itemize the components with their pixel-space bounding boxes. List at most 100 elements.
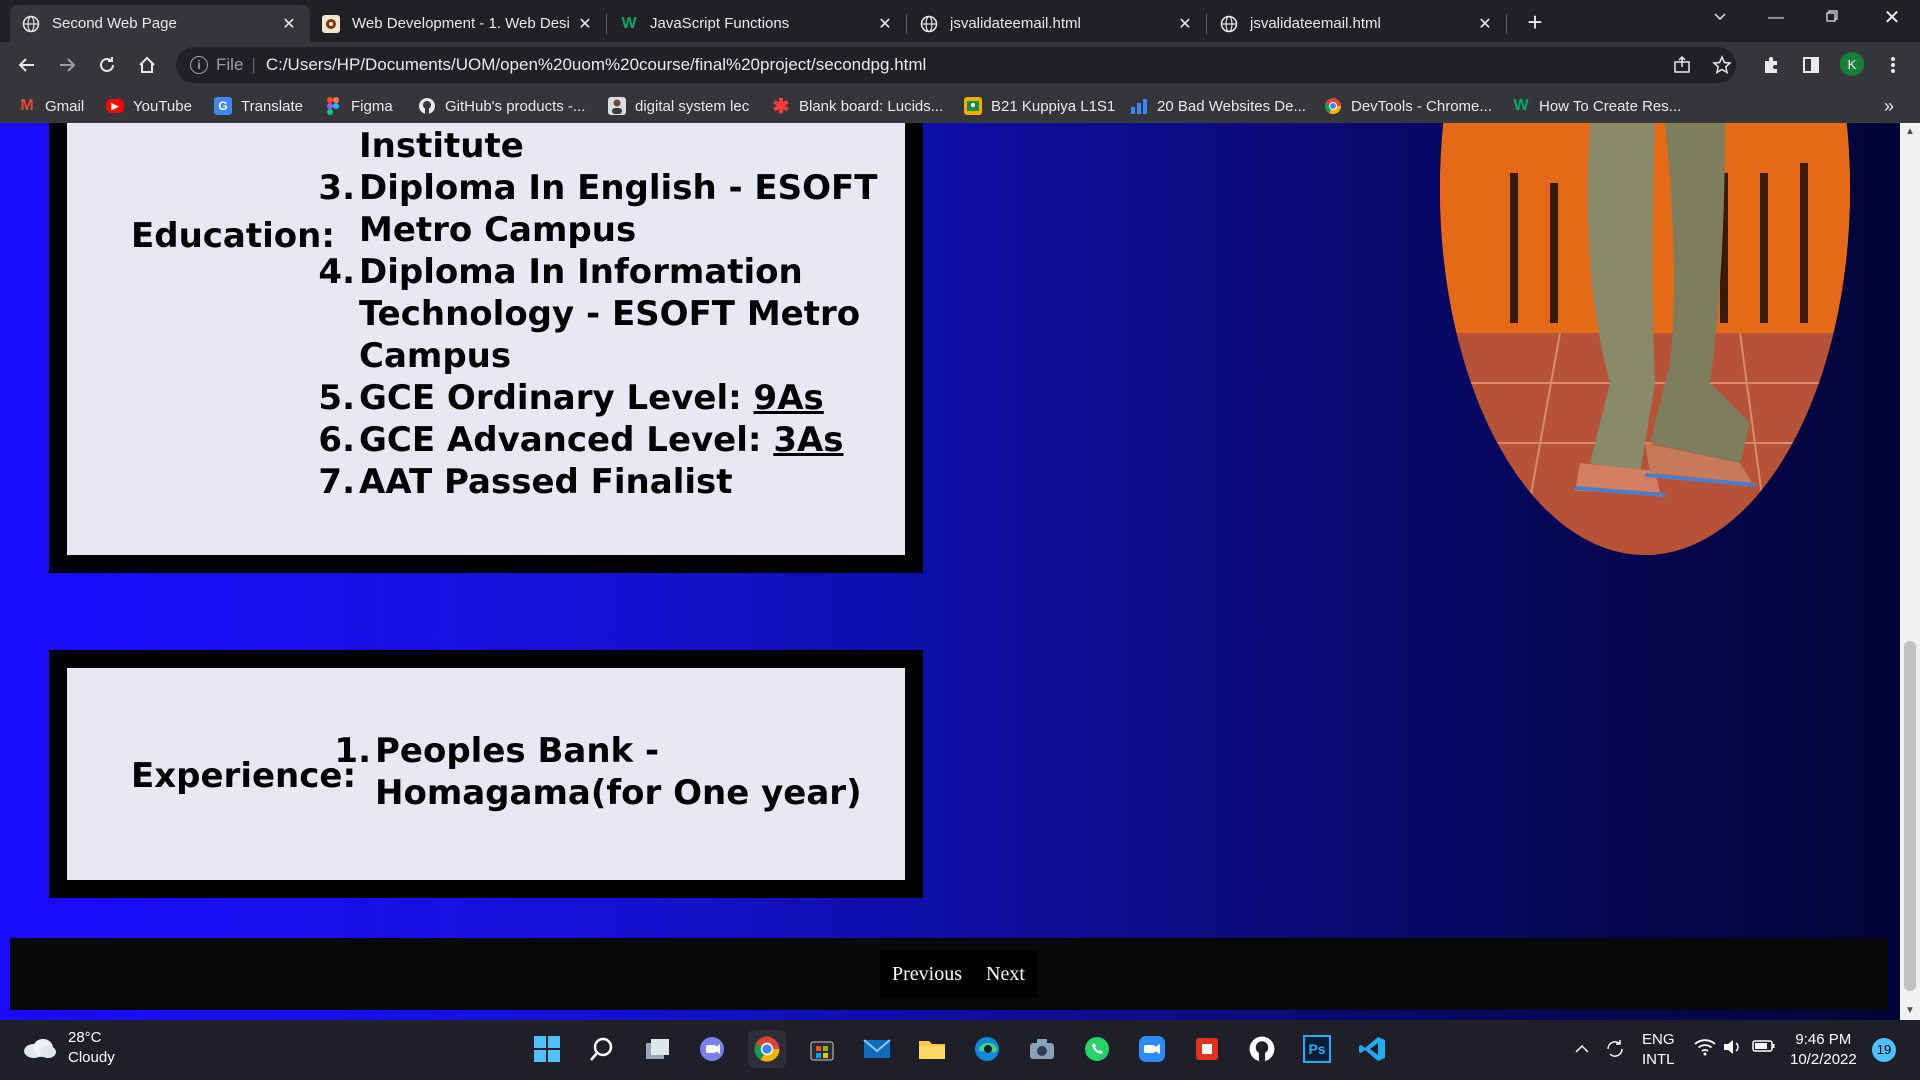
previous-link[interactable]: Previous [892, 963, 962, 986]
search-icon[interactable] [583, 1030, 621, 1068]
side-panel-button[interactable] [1796, 50, 1826, 80]
tab-title: jsvalidateemail.html [1250, 15, 1381, 32]
tab-web-development[interactable]: Web Development - 1. Web Desi ✕ [310, 5, 606, 42]
bookmark-digital-system[interactable]: digital system lec [608, 95, 749, 117]
tab-second-web-page[interactable]: Second Web Page ✕ [10, 5, 310, 42]
next-link[interactable]: Next [986, 963, 1025, 986]
github-icon [418, 97, 436, 115]
close-icon[interactable]: ✕ [280, 14, 298, 34]
clock[interactable]: 9:46 PM 10/2/2022 [1790, 1030, 1857, 1070]
list-item-text: Institute [359, 126, 524, 166]
bookmark-kuppiya[interactable]: B21 Kuppiya L1S1 [964, 95, 1115, 117]
bookmark-figma[interactable]: Figma [324, 95, 393, 117]
tab-jsvalidateemail-1[interactable]: jsvalidateemail.html ✕ [908, 5, 1206, 42]
experience-label: Experience: [131, 756, 357, 796]
show-hidden-icons-button[interactable] [1574, 1040, 1590, 1060]
more-bookmarks-button[interactable]: » [1884, 95, 1894, 117]
restore-button[interactable] [1804, 0, 1860, 36]
share-button[interactable] [1667, 50, 1697, 80]
task-view-icon[interactable] [638, 1030, 676, 1068]
extensions-button[interactable] [1756, 50, 1786, 80]
bookmark-how-to-create[interactable]: W How To Create Res... [1512, 95, 1681, 117]
list-item-text: GCE Ordinary Level: [359, 378, 754, 418]
edge-icon[interactable] [968, 1030, 1006, 1068]
bookmark-youtube[interactable]: ▶ YouTube [106, 95, 192, 117]
mail-icon[interactable] [858, 1030, 896, 1068]
close-icon[interactable]: ✕ [576, 14, 594, 34]
close-icon[interactable]: ✕ [1176, 14, 1194, 34]
weather-widget[interactable]: 28°C Cloudy [22, 1028, 115, 1068]
info-icon[interactable]: i [190, 56, 208, 74]
back-button[interactable] [12, 50, 42, 80]
list-item: 1. Peoples Bank - [333, 730, 862, 772]
share-icon [1674, 55, 1690, 73]
close-icon[interactable]: ✕ [1476, 14, 1494, 34]
menu-button[interactable] [1878, 50, 1908, 80]
tab-jsvalidateemail-2[interactable]: jsvalidateemail.html ✕ [1208, 5, 1506, 42]
language-indicator[interactable]: ENG INTL [1642, 1030, 1675, 1070]
close-window-button[interactable]: ✕ [1864, 0, 1920, 36]
sync-icon[interactable] [1604, 1038, 1626, 1066]
tab-javascript-functions[interactable]: W JavaScript Functions ✕ [608, 5, 906, 42]
new-tab-button[interactable]: + [1520, 8, 1550, 38]
volume-icon[interactable] [1722, 1038, 1742, 1062]
figma-icon [324, 97, 342, 115]
vertical-scrollbar[interactable]: ▲ ▼ [1900, 123, 1920, 1020]
github-desktop-icon[interactable] [1243, 1030, 1281, 1068]
al-results-link[interactable]: 3As [773, 420, 843, 460]
photoshop-icon[interactable]: Ps [1298, 1030, 1336, 1068]
profile-avatar[interactable]: K [1840, 52, 1864, 76]
file-explorer-icon[interactable] [913, 1030, 951, 1068]
gmail-icon: M [20, 97, 34, 114]
weather-temperature: 28°C [68, 1029, 102, 1046]
bookmark-gmail[interactable]: M Gmail [18, 95, 84, 117]
bookmark-label: digital system lec [635, 97, 750, 115]
battery-icon[interactable] [1752, 1038, 1776, 1060]
tab-separator [906, 14, 907, 34]
bookmark-label: Translate [241, 97, 303, 115]
vscode-icon[interactable] [1353, 1030, 1391, 1068]
store-icon[interactable] [803, 1030, 841, 1068]
start-icon[interactable] [528, 1030, 566, 1068]
bookmark-bad-websites[interactable]: 20 Bad Websites De... [1130, 95, 1306, 117]
bookmark-github[interactable]: GitHub's products -... [418, 95, 585, 117]
scroll-up-arrow-icon[interactable]: ▲ [1900, 123, 1920, 141]
bookmark-translate[interactable]: G Translate [214, 95, 303, 117]
clock-date: 10/2/2022 [1790, 1051, 1857, 1068]
home-button[interactable] [132, 50, 162, 80]
profile-photo-icon [608, 97, 626, 115]
bookmark-lucid[interactable]: ✱ Blank board: Lucids... [772, 95, 944, 118]
list-item-text: GCE Advanced Level: [359, 420, 774, 460]
zoom-icon[interactable] [1133, 1030, 1171, 1068]
reload-icon [100, 57, 114, 72]
list-item: 4. Diploma In Information [317, 251, 877, 293]
browser-toolbar: i File | C:/Users/HP/Documents/UOM/open%… [0, 42, 1920, 87]
profile-photo [1440, 123, 1850, 555]
recorder-icon[interactable] [1188, 1030, 1226, 1068]
list-number: 7. [318, 462, 355, 502]
reload-button[interactable] [92, 50, 122, 80]
chrome-icon[interactable] [748, 1030, 786, 1068]
whatsapp-icon[interactable] [1078, 1030, 1116, 1068]
bookmark-devtools[interactable]: DevTools - Chrome... [1324, 95, 1492, 117]
tab-title: Second Web Page [52, 15, 177, 32]
tab-title: JavaScript Functions [650, 15, 790, 32]
ol-results-link[interactable]: 9As [754, 378, 824, 418]
minimize-button[interactable]: — [1748, 0, 1804, 36]
camera-icon[interactable] [1023, 1030, 1061, 1068]
arrow-right-icon [60, 58, 76, 72]
page-viewport: Education: Institute 3. Diploma In Englis… [0, 123, 1900, 1020]
tab-search-button[interactable] [1692, 0, 1748, 36]
chat-icon[interactable] [693, 1030, 731, 1068]
bookmark-star-button[interactable] [1707, 50, 1737, 80]
list-item-text: Metro Campus [359, 210, 637, 250]
wifi-icon[interactable] [1694, 1038, 1716, 1062]
forward-button[interactable] [52, 50, 82, 80]
scroll-thumb[interactable] [1904, 641, 1916, 991]
scroll-down-arrow-icon[interactable]: ▼ [1900, 1002, 1920, 1020]
close-icon[interactable]: ✕ [876, 14, 894, 34]
globe-icon [1220, 15, 1238, 33]
address-bar[interactable]: i File | C:/Users/HP/Documents/UOM/open%… [176, 47, 1736, 83]
notification-badge[interactable]: 19 [1872, 1038, 1896, 1062]
youtube-icon: ▶ [106, 99, 124, 113]
